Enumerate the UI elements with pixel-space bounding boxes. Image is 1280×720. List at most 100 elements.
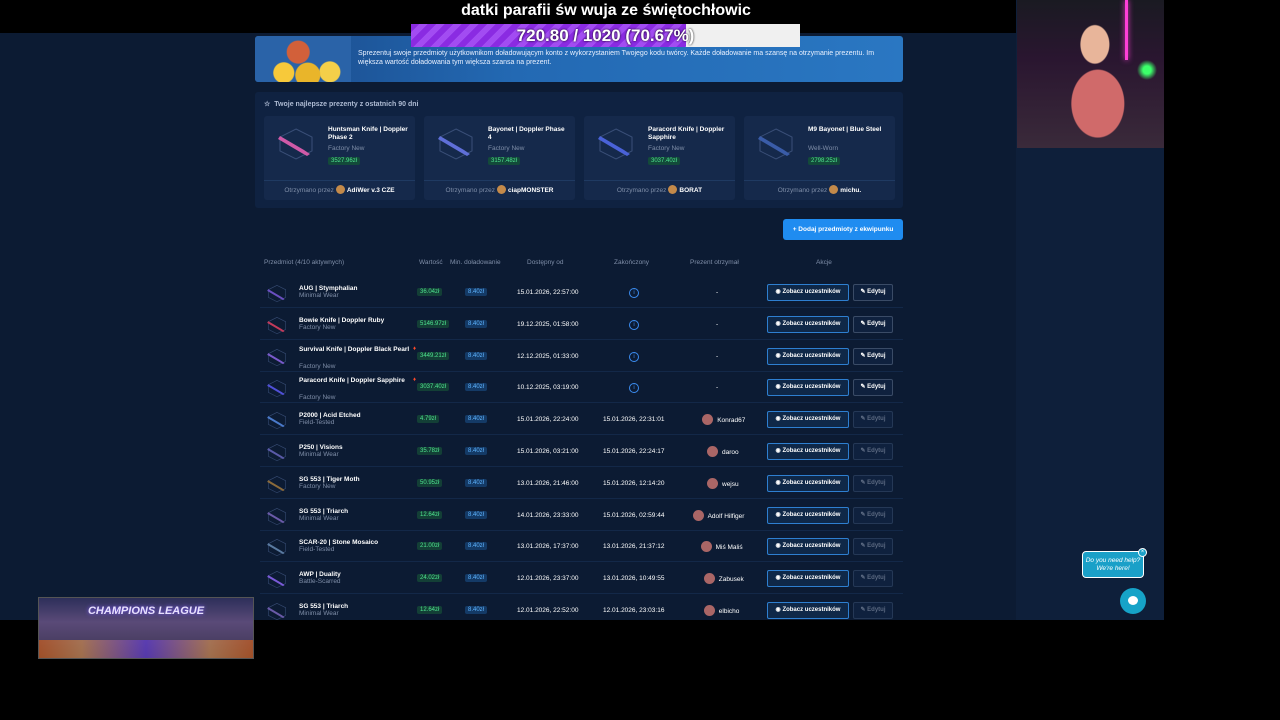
available-from: 19.12.2025, 01:58:00 — [517, 320, 579, 328]
edit-label: Edytuj — [867, 543, 886, 550]
item-value-badge: 12.64zł — [417, 606, 443, 614]
edit-label: Edytuj — [867, 479, 886, 486]
available-from: 13.01.2026, 21:46:00 — [517, 479, 579, 487]
weapon-icon — [265, 601, 289, 620]
gift-receiver: Otrzymano przez ciapMONSTER — [424, 180, 575, 200]
help-chat-button[interactable] — [1120, 588, 1146, 614]
gift-value-badge: 3037.40zł — [648, 157, 681, 165]
view-label: Zobacz uczestników — [782, 575, 841, 582]
item-condition: Field-Tested — [299, 419, 335, 427]
edit-label: Edytuj — [867, 352, 886, 359]
winner: Miś Maliś — [700, 541, 743, 553]
info-icon[interactable]: i — [629, 351, 639, 362]
top-gifts-title: ☆ Twoje najlepsze prezenty z ostatnich 90… — [264, 101, 419, 108]
available-from: 10.12.2025, 03:19:00 — [517, 384, 579, 392]
edit-label: Edytuj — [867, 607, 886, 613]
item-condition: Field-Tested — [299, 546, 335, 554]
info-icon[interactable]: i — [629, 319, 639, 330]
view-participants-button[interactable]: ◉ Zobacz uczestników — [767, 474, 849, 492]
edit-label: Edytuj — [867, 289, 886, 295]
min-topup-badge: 8.40zł — [465, 542, 488, 551]
item-name: AWP | Duality — [299, 571, 341, 579]
table-row: P2000 | Acid Etched Field-Tested 4.79zł 8.4… — [260, 405, 903, 436]
progress-text: 720.80 / 1020 (70.67%) — [516, 26, 695, 45]
view-label: Zobacz uczestników — [782, 289, 841, 295]
top-gift-card[interactable]: M9 Bayonet | Blue Steel Well-Worn 2798.25z… — [744, 116, 895, 200]
top-gift-card[interactable]: Bayonet | Doppler Phase 4 Factory New 3157… — [424, 116, 575, 200]
min-topup-badge: 8.40zł — [465, 478, 488, 487]
item-condition: Minimal Wear — [299, 292, 339, 299]
min-topup-badge: 8.40zł — [465, 415, 488, 424]
item-value-badge: 4.79zł — [417, 415, 440, 424]
edit-button[interactable]: ✎ Edytuj — [853, 379, 893, 397]
table-row: SG 553 | Triarch Minimal Wear 12.64zł 8.40z… — [260, 501, 903, 531]
view-participants-button[interactable]: ◉ Zobacz uczestników — [767, 379, 849, 397]
view-participants-button[interactable]: ◉ Zobacz uczestników — [767, 347, 849, 365]
received-by-label: Otrzymano przez — [284, 187, 334, 194]
item-name: AUG | Stymphalian — [299, 285, 358, 292]
view-participants-button[interactable]: ◉ Zobacz uczestników — [767, 506, 849, 524]
item-condition: Minimal Wear — [299, 451, 339, 458]
top-gifts-panel: ☆ Twoje najlepsze prezenty z ostatnich 90… — [255, 92, 903, 208]
table-row: Bowie Knife | Doppler Ruby Factory New 514… — [260, 310, 903, 340]
edit-label: Edytuj — [867, 384, 886, 391]
gift-name: Paracord Knife | Doppler Sapphire — [648, 126, 725, 141]
edit-button[interactable]: ✎ Edytuj — [853, 284, 893, 301]
item-name: SG 553 | Tiger Moth — [299, 475, 360, 483]
edit-label: Edytuj — [867, 416, 886, 423]
item-value-badge: 3449.21zł — [417, 351, 450, 360]
add-items-button[interactable]: + Dodaj przedmioty z ekwipunku — [783, 219, 903, 240]
view-participants-button[interactable]: ◉ Zobacz uczestników — [767, 570, 849, 588]
finished-at: 15.01.2026, 22:31:01 — [603, 416, 665, 424]
gift-condition: Factory New — [488, 145, 525, 152]
item-value-badge: 50.95zł — [417, 478, 443, 487]
edit-button[interactable]: ✎ Edytuj — [853, 347, 893, 365]
edit-button[interactable]: ✎ Edytuj — [853, 315, 893, 333]
weapon-icon — [265, 506, 289, 526]
neon-light — [1125, 0, 1128, 60]
item-name: P2000 | Acid Etched — [299, 412, 361, 420]
item-name: P250 | Visions — [299, 444, 343, 451]
gift-value-badge: 3157.48zł — [488, 157, 521, 165]
champions-league-logo: CHAMPIONS LEAGUE — [87, 605, 205, 617]
winner-name: daroo — [722, 449, 739, 456]
table-row: AWP | Duality Battle-Scarred 24.02zł 8.40zł… — [260, 564, 903, 595]
min-topup-badge: 8.40zł — [465, 383, 488, 392]
info-icon[interactable]: i — [629, 383, 639, 394]
info-icon[interactable]: i — [629, 288, 639, 298]
item-value-badge: 35.78zł — [417, 447, 443, 455]
webcam-feed — [1017, 0, 1164, 148]
gift-value-badge: 2798.25zł — [808, 157, 841, 165]
help-close-icon[interactable]: × — [1138, 548, 1147, 557]
item-condition: Factory New — [299, 323, 336, 331]
item-name: Paracord Knife | Doppler Sapphire — [299, 377, 405, 385]
receiver-avatar — [335, 185, 345, 194]
header-item: Przedmiot (4/10 aktywnych) — [264, 259, 345, 266]
view-label: Zobacz uczestników — [782, 543, 841, 550]
view-participants-button[interactable]: ◉ Zobacz uczestników — [767, 315, 849, 333]
receiver-avatar — [496, 185, 506, 194]
item-name: Bowie Knife | Doppler Ruby — [299, 316, 385, 324]
help-bubble[interactable]: Do you need help? We're here! — [1082, 551, 1144, 578]
winner: daroo — [707, 446, 739, 457]
view-label: Zobacz uczestników — [782, 384, 841, 391]
view-participants-button[interactable]: ◉ Zobacz uczestników — [767, 602, 849, 619]
view-participants-button[interactable]: ◉ Zobacz uczestników — [767, 411, 849, 429]
winner: wejsu — [707, 477, 739, 489]
item-condition: Battle-Scarred — [299, 578, 341, 586]
view-participants-button[interactable]: ◉ Zobacz uczestników — [767, 284, 849, 301]
winner-avatar — [703, 605, 715, 616]
edit-button: ✎ Edytuj — [853, 570, 893, 588]
table-row: SG 553 | Tiger Moth Factory New 50.95zł 8.4… — [260, 469, 903, 499]
edit-button: ✎ Edytuj — [853, 538, 893, 556]
top-gift-card[interactable]: Paracord Knife | Doppler Sapphire Factory… — [584, 116, 735, 200]
view-participants-button[interactable]: ◉ Zobacz uczestników — [767, 443, 849, 460]
view-participants-button[interactable]: ◉ Zobacz uczestników — [767, 538, 849, 556]
view-label: Zobacz uczestników — [782, 511, 841, 518]
item-condition: Factory New — [299, 394, 336, 402]
winner-name: Adolf Hilfiger — [707, 512, 745, 520]
weapon-icon — [265, 474, 289, 494]
finished-at: 15.01.2026, 12:14:20 — [603, 479, 665, 487]
top-gift-card[interactable]: Huntsman Knife | Doppler Phase 2 Factory … — [264, 116, 415, 200]
receiver-name: michu. — [840, 187, 862, 194]
